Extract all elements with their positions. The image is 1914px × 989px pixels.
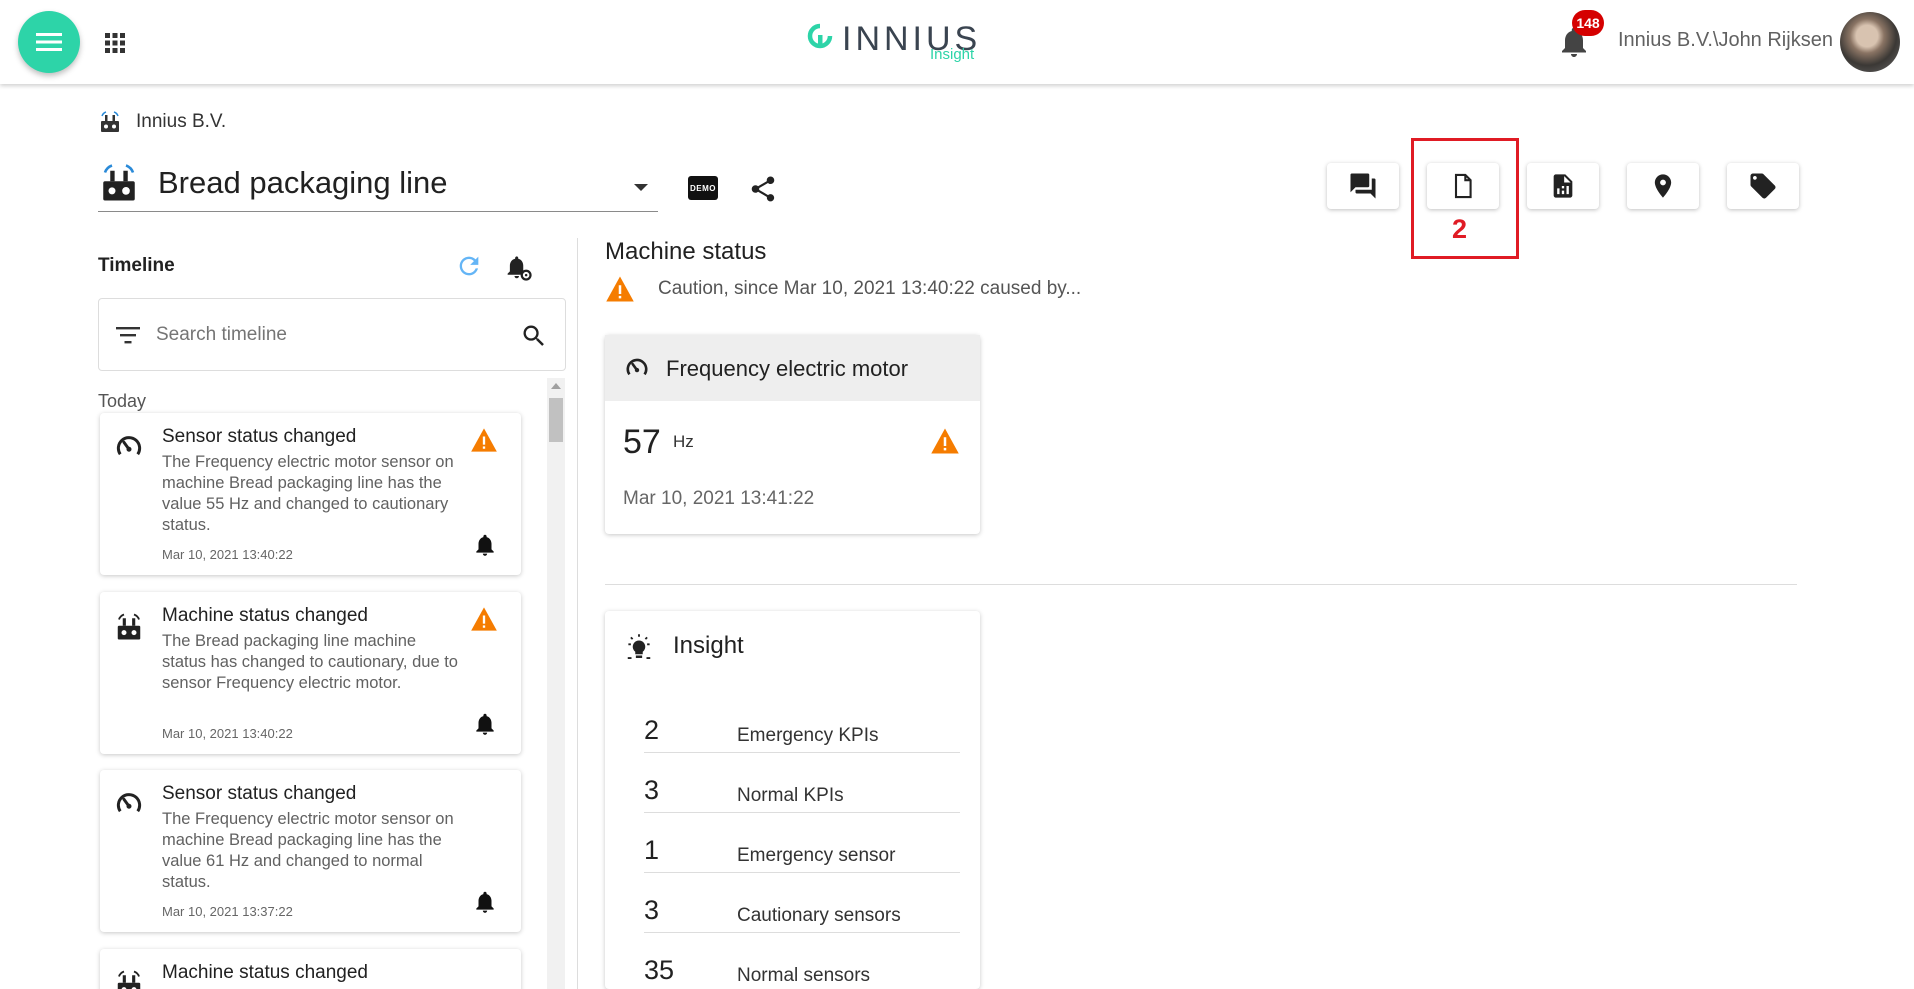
timeline-item-time: Mar 10, 2021 13:40:22	[162, 547, 293, 562]
timeline-item-time: Mar 10, 2021 13:37:22	[162, 904, 293, 919]
scroll-up-arrow[interactable]	[551, 383, 561, 389]
chevron-down-icon[interactable]	[634, 184, 648, 191]
insight-count: 3	[644, 775, 660, 805]
insight-row[interactable]: 3 Cautionary sensors	[644, 873, 960, 933]
timeline-item-title: Machine status changed	[162, 962, 368, 983]
timeline-item-description: The Frequency electric motor sensor on m…	[162, 810, 454, 891]
highlight-number: 2	[1452, 214, 1468, 244]
apps-grid-icon	[105, 33, 125, 53]
bell-settings-icon	[507, 256, 532, 281]
location-button[interactable]	[1627, 163, 1699, 209]
report-button[interactable]	[1527, 163, 1599, 209]
notification-bell-icon[interactable]	[472, 888, 498, 916]
sensor-unit: Hz	[673, 432, 694, 451]
sensor-card-title: Frequency electric motor	[666, 356, 909, 381]
insight-count: 35	[644, 955, 675, 985]
breadcrumb[interactable]: Innius B.V.	[136, 111, 226, 133]
insight-row[interactable]: 1 Emergency sensor	[644, 813, 960, 873]
gauge-icon	[116, 436, 142, 456]
menu-icon	[36, 33, 62, 51]
apps-grid-button[interactable]	[100, 28, 130, 58]
insight-label: Normal KPIs	[737, 785, 844, 806]
insight-label: Normal sensors	[737, 965, 871, 986]
timeline-item[interactable]: Machine status changed The Bread packagi…	[100, 592, 521, 754]
timeline-item-description: The Frequency electric motor sensor on m…	[162, 453, 454, 534]
timeline-item[interactable]: Machine status changed	[100, 949, 521, 989]
logo-subtitle: Insight	[930, 46, 975, 63]
section-divider	[605, 584, 1797, 585]
timeline-scrollbar[interactable]	[547, 378, 565, 989]
search-input[interactable]: Search timeline	[156, 324, 287, 346]
gauge-icon	[626, 358, 648, 376]
chat-button[interactable]	[1327, 163, 1399, 209]
machine-icon	[103, 164, 135, 201]
avatar[interactable]	[1840, 12, 1900, 72]
share-icon	[751, 176, 775, 202]
refresh-button[interactable]	[455, 252, 483, 280]
insight-row[interactable]: 2 Emergency KPIs	[644, 693, 960, 753]
timeline-item-description: The Bread packaging line machine status …	[162, 632, 458, 692]
insight-title: Insight	[673, 632, 744, 659]
notification-bell-icon[interactable]	[472, 531, 498, 559]
warning-icon	[931, 428, 959, 454]
report-icon	[1553, 174, 1573, 198]
alarm-settings-button[interactable]	[503, 252, 533, 282]
machine-name: Bread packaging line	[158, 165, 448, 200]
insight-row[interactable]: 3 Normal KPIs	[644, 753, 960, 813]
tag-icon	[1750, 173, 1776, 199]
timeline-title: Timeline	[98, 255, 175, 276]
lightbulb-icon	[627, 634, 651, 659]
share-button[interactable]	[748, 174, 778, 204]
timeline-item[interactable]: Sensor status changed The Frequency elec…	[100, 770, 521, 932]
notification-count-badge: 148	[1572, 10, 1604, 36]
tag-button[interactable]	[1727, 163, 1799, 209]
menu-button[interactable]	[18, 11, 80, 73]
notification-bell-icon[interactable]	[472, 710, 498, 738]
user-name[interactable]: Innius B.V.\John Rijksen	[1618, 29, 1833, 52]
machine-status-summary[interactable]: Caution, since Mar 10, 2021 13:40:22 cau…	[658, 278, 1081, 300]
location-icon	[1654, 174, 1672, 198]
warning-icon	[471, 607, 497, 631]
panel-divider	[577, 238, 578, 989]
company-machine-icon	[101, 111, 119, 132]
innius-logo-icon	[807, 23, 833, 49]
timeline-item-title: Sensor status changed	[162, 426, 357, 447]
insight-count: 1	[644, 835, 660, 865]
insight-label: Emergency KPIs	[737, 725, 879, 746]
search-icon[interactable]	[520, 322, 548, 350]
sensor-value: 57	[623, 423, 661, 461]
gauge-icon	[116, 793, 142, 813]
insight-count: 3	[644, 895, 660, 925]
timeline-item-title: Sensor status changed	[162, 783, 357, 804]
timeline-item-title: Machine status changed	[162, 605, 368, 626]
warning-icon	[606, 276, 634, 302]
insight-count: 2	[644, 715, 660, 745]
sensor-timestamp: Mar 10, 2021 13:41:22	[623, 488, 815, 509]
machine-icon	[117, 970, 141, 989]
insight-label: Cautionary sensors	[737, 905, 901, 926]
scrollbar-thumb[interactable]	[549, 398, 563, 442]
machine-icon	[117, 613, 141, 640]
timeline-item[interactable]: Sensor status changed The Frequency elec…	[100, 413, 521, 575]
chat-icon	[1350, 173, 1376, 199]
timeline-item-time: Mar 10, 2021 13:40:22	[162, 726, 293, 741]
insight-label: Emergency sensor	[737, 845, 896, 866]
insight-row[interactable]: 35 Normal sensors	[644, 933, 960, 989]
refresh-icon	[459, 256, 479, 276]
machine-status-title: Machine status	[605, 238, 767, 265]
filter-icon[interactable]	[115, 324, 141, 346]
day-label: Today	[98, 391, 147, 411]
demo-icon[interactable]: DEMO	[688, 176, 718, 200]
warning-icon	[471, 428, 497, 452]
